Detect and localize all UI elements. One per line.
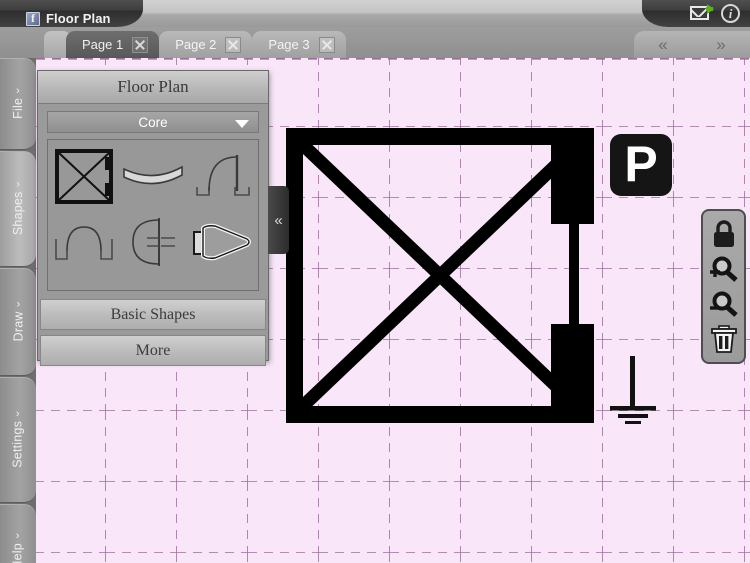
sidebar-item-help-label: Help	[11, 542, 25, 563]
parking-badge-label: P	[624, 135, 658, 192]
shape-curved-wall[interactable]	[119, 143, 188, 209]
more-label: More	[135, 341, 171, 359]
send-arrow	[706, 4, 714, 14]
tab-scroll-controls: « »	[634, 31, 750, 58]
shape-bifold-door-icon	[132, 218, 175, 266]
sidebar-item-file-chevron-icon: ›	[16, 85, 20, 98]
more-button[interactable]: More	[40, 335, 266, 366]
sidebar-item-help[interactable]: Help ›	[0, 504, 36, 563]
left-sidebar: File › Shapes › Draw › Settings › Help ›	[0, 58, 36, 563]
shape-curved-wall-icon	[123, 165, 183, 185]
tab-page-2-close-icon[interactable]	[225, 36, 242, 53]
title-bar-actions: i	[690, 3, 742, 24]
shape-partial-row-right[interactable]	[187, 275, 256, 291]
room-shape[interactable]	[286, 128, 594, 423]
basic-shapes-button[interactable]: Basic Shapes	[40, 299, 266, 330]
zoom-in-icon[interactable]	[707, 253, 741, 285]
basic-shapes-label: Basic Shapes	[110, 305, 196, 323]
tab-page-3-close-icon[interactable]	[318, 36, 335, 53]
tab-page-2[interactable]: Page 2	[159, 31, 253, 58]
shapes-panel-title: Floor Plan	[117, 77, 189, 96]
shapes-panel-header: Floor Plan	[38, 71, 268, 104]
trash-icon[interactable]	[707, 323, 741, 355]
tab-page-2-label: Page 2	[175, 37, 217, 52]
sidebar-item-shapes[interactable]: Shapes ›	[0, 151, 36, 267]
shape-partial-icon-a	[56, 278, 112, 291]
sidebar-item-draw[interactable]: Draw ›	[0, 268, 36, 376]
shape-bifold-door[interactable]	[119, 209, 188, 275]
sidebar-item-file-inner: File ›	[11, 85, 25, 119]
shape-double-door[interactable]	[50, 209, 119, 275]
shape-category-dropdown[interactable]: Core	[47, 111, 259, 133]
title-bar: Floor Plan i	[0, 0, 750, 27]
info-glyph: i	[721, 4, 740, 23]
shape-door-arc-icon	[195, 155, 250, 196]
shape-palette-grid	[48, 140, 258, 291]
panel-collapse-handle[interactable]: «	[268, 186, 289, 254]
lock-glyph	[713, 219, 734, 247]
sidebar-item-help-chevron-icon: ›	[16, 529, 20, 542]
sidebar-item-file-label: File	[11, 97, 25, 119]
tab-page-3[interactable]: Page 3	[252, 31, 346, 58]
sidebar-item-draw-label: Draw	[11, 311, 26, 342]
title-bar-identity: Floor Plan	[26, 11, 111, 26]
tab-scroll-prev-icon[interactable]: «	[658, 36, 667, 53]
shape-partial-row-left[interactable]	[50, 275, 119, 291]
zoom-out-glyph	[709, 291, 738, 317]
shape-door-arc[interactable]	[187, 143, 256, 209]
zoom-in-glyph	[709, 256, 738, 282]
tab-scroll-next-icon[interactable]: »	[716, 36, 725, 53]
shape-room[interactable]	[50, 143, 119, 209]
shape-camera-cone-icon	[192, 223, 251, 261]
zoom-out-icon[interactable]	[707, 288, 741, 320]
panel-collapse-chevron-icon: «	[274, 211, 283, 229]
shapes-panel: Floor Plan Core Basic Shapes More	[37, 70, 269, 366]
shape-room-icon	[55, 148, 114, 204]
sidebar-item-settings[interactable]: Settings ›	[0, 377, 36, 503]
envelope-flap	[692, 8, 707, 17]
sidebar-item-draw-chevron-icon: ›	[16, 298, 20, 311]
shape-partial-icon-b	[125, 278, 181, 291]
shape-double-door-icon	[55, 226, 114, 260]
tab-page-1-close-icon[interactable]	[132, 36, 149, 53]
page-tabs: Page 1 Page 2 Page 3	[66, 27, 346, 58]
sidebar-item-shapes-label: Shapes	[11, 191, 25, 236]
document-app-icon	[26, 11, 40, 26]
tab-page-1-label: Page 1	[82, 37, 124, 52]
sidebar-item-settings-label: Settings	[11, 420, 26, 468]
shape-camera-cone[interactable]	[187, 209, 256, 275]
tab-page-1[interactable]: Page 1	[66, 31, 160, 58]
sidebar-item-settings-chevron-icon: ›	[16, 408, 20, 421]
sidebar-item-help-inner: Help ›	[11, 530, 25, 563]
shape-category-value: Core	[138, 114, 168, 130]
sidebar-item-file[interactable]: File ›	[0, 58, 36, 150]
trash-glyph	[710, 325, 737, 354]
shape-partial-icon-c	[191, 278, 253, 291]
sidebar-item-shapes-inner: Shapes ›	[11, 179, 25, 236]
canvas-tool-strip	[701, 209, 746, 364]
tab-page-3-label: Page 3	[268, 37, 310, 52]
ground-symbol[interactable]	[606, 356, 660, 424]
lock-icon[interactable]	[707, 218, 741, 250]
application-window: Floor Plan i Page 1 Page 2	[0, 0, 750, 563]
parking-badge[interactable]: P	[610, 134, 672, 196]
shape-partial-row-center[interactable]	[119, 275, 188, 291]
chevron-down-icon	[235, 120, 249, 128]
info-icon[interactable]: i	[721, 3, 742, 24]
sidebar-item-settings-inner: Settings ›	[11, 408, 26, 468]
window-title: Floor Plan	[46, 11, 111, 26]
sidebar-item-draw-inner: Draw ›	[11, 299, 26, 342]
shape-palette[interactable]	[47, 139, 259, 291]
page-tab-bar: Page 1 Page 2 Page 3 « »	[0, 27, 750, 58]
sidebar-item-shapes-chevron-icon: ›	[16, 178, 20, 191]
send-mail-icon[interactable]	[690, 3, 714, 24]
